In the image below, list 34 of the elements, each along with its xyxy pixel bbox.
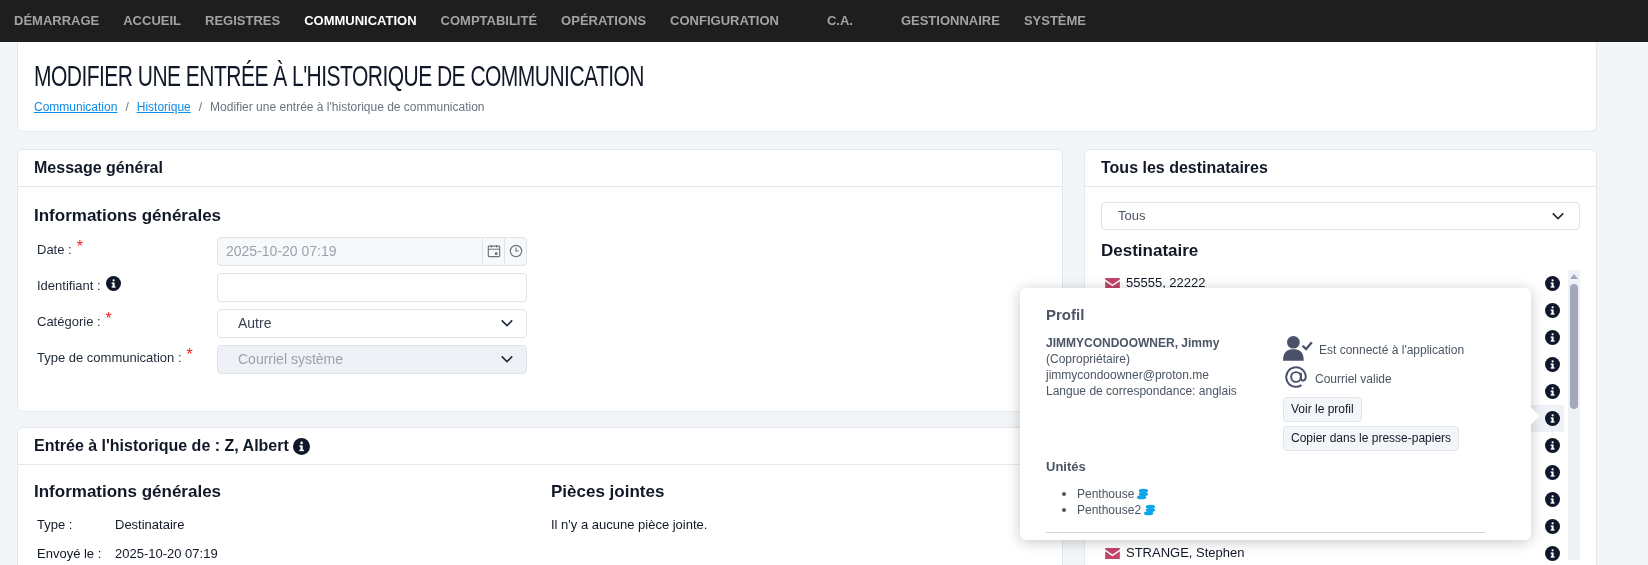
- field-label: Catégorie :: [37, 312, 101, 331]
- profile-language: Langue de correspondance: anglais: [1046, 382, 1238, 399]
- section-title: Informations générales: [34, 481, 223, 503]
- field-label: Date :: [37, 240, 72, 259]
- detail-label: Type :: [37, 515, 74, 534]
- field-label: Identifiant :: [37, 276, 101, 295]
- recipient-name: STRANGE, Stephen: [1126, 544, 1245, 563]
- breadcrumb-current: Modifier une entrée à l'historique de communication: [210, 99, 485, 116]
- required-asterisk: *: [76, 239, 83, 254]
- list-title: Destinataire: [1101, 240, 1200, 262]
- page-title: MODIFIER UNE ENTRÉE À L'HISTORIQUE DE COMMUNICATION: [34, 58, 644, 94]
- section-title: Pièces jointes: [551, 481, 666, 503]
- section-title: Informations générales: [34, 205, 223, 227]
- date-value: 2025-10-20 07:19: [225, 241, 338, 261]
- card-title: Entrée à l'historique de : Z, Albert: [34, 436, 289, 456]
- required-asterisk: *: [186, 347, 193, 362]
- profile-name: JIMMYCONDOOWNER, Jimmy: [1046, 334, 1221, 351]
- detail-value: 2025-10-20 07:19: [115, 545, 218, 563]
- recipient-name: 55555, 22222: [1126, 274, 1206, 293]
- profile-role: (Copropriétaire): [1046, 350, 1132, 367]
- field-label: Type de communication :: [37, 348, 182, 367]
- detail-label: Envoyé le :: [37, 545, 103, 563]
- breadcrumb-separator: /: [125, 99, 129, 116]
- detail-value: Destinataire: [115, 515, 185, 534]
- empty-attachments-text: Il n'y a aucune pièce jointe.: [551, 515, 708, 534]
- breadcrumb-separator: /: [198, 99, 203, 116]
- required-asterisk: *: [105, 311, 112, 326]
- popover-title: Profil: [1046, 305, 1085, 325]
- card-title: Tous les destinataires: [1101, 158, 1268, 178]
- units-title: Unités: [1046, 457, 1086, 476]
- status-text: Est connecté à l'application: [1319, 341, 1465, 359]
- status-text: Courriel valide: [1315, 370, 1392, 388]
- card-title: Message général: [34, 158, 163, 178]
- profile-email: jimmycondoowner@proton.me: [1046, 366, 1210, 383]
